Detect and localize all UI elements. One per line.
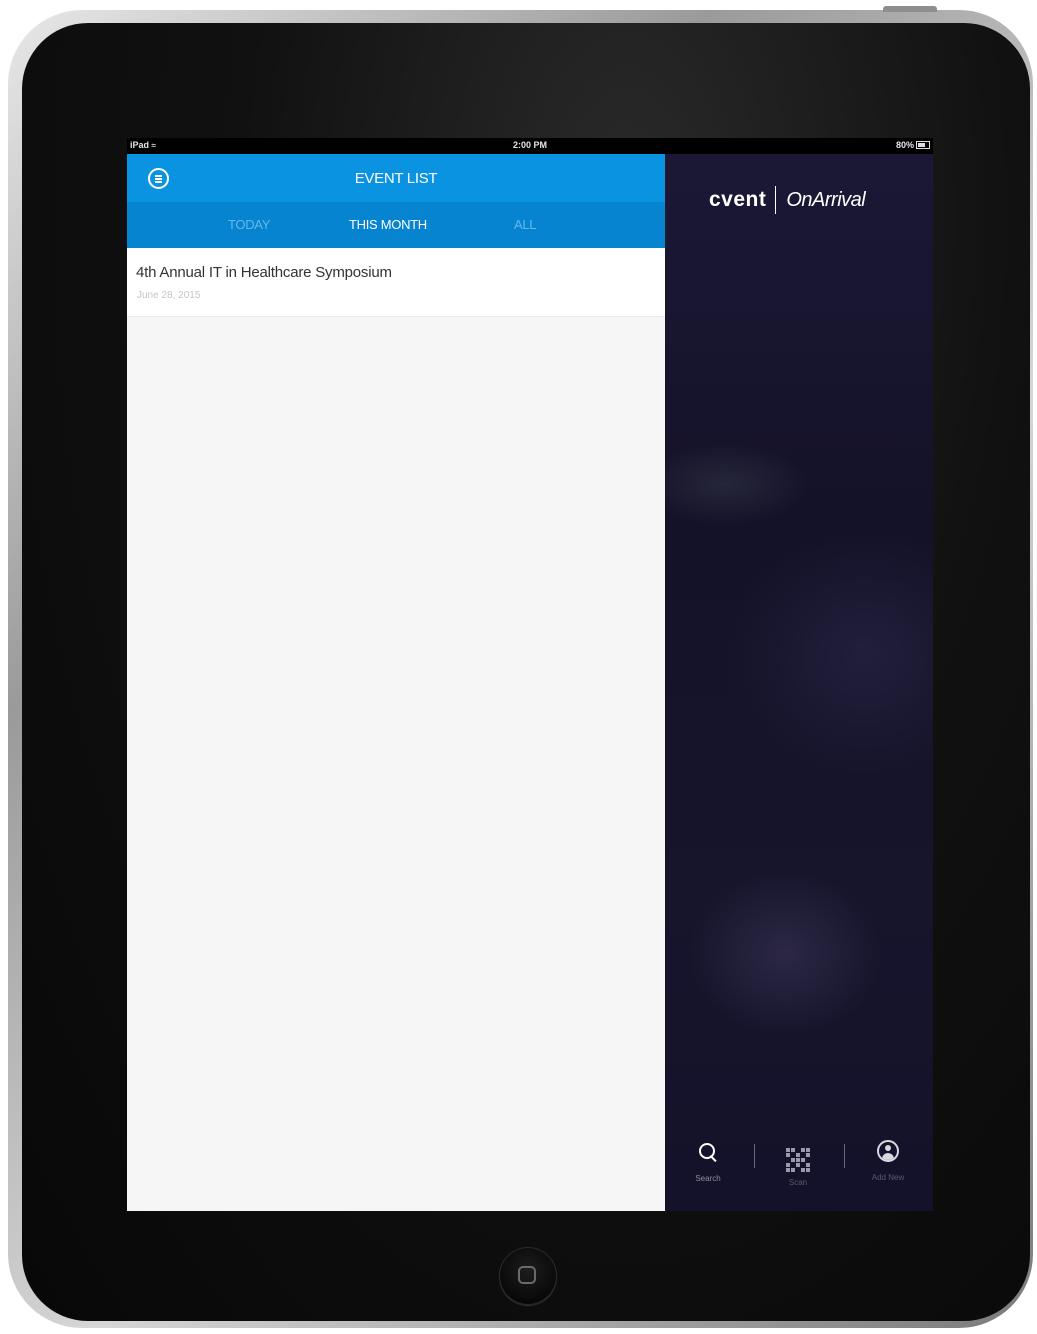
brand-sidebar: cvent OnArrival Search Scan Add New [665, 154, 933, 1211]
page-title: EVENT LIST [354, 170, 438, 187]
qr-code-icon [786, 1148, 810, 1172]
home-button[interactable] [499, 1247, 557, 1305]
logo-divider [775, 186, 777, 214]
date-filter-tabs: TODAY THIS MONTH ALL [127, 202, 665, 248]
cvent-onarrival-logo: cvent OnArrival [709, 186, 866, 214]
tab-today[interactable]: TODAY [228, 217, 270, 232]
status-battery: 80% [896, 140, 930, 150]
event-list-panel: EVENT LIST TODAY THIS MONTH ALL 4th Annu… [127, 154, 665, 1211]
add-new-button[interactable]: Add New [858, 1139, 918, 1182]
battery-percent: 80% [895, 140, 914, 150]
scan-button[interactable]: Scan [768, 1139, 828, 1187]
action-bar: Search Scan Add New [665, 1139, 933, 1199]
app-screen: iPad ≈ 2:00 PM 80% EVENT LIST TODAY THIS… [127, 138, 933, 1211]
battery-icon [916, 141, 930, 149]
search-label: Search [695, 1174, 721, 1183]
search-icon [697, 1141, 719, 1163]
power-button [883, 6, 937, 12]
status-bar: iPad ≈ 2:00 PM 80% [127, 138, 933, 154]
event-list-header: EVENT LIST [127, 154, 665, 202]
tab-this-month[interactable]: THIS MONTH [349, 217, 427, 232]
user-icon [877, 1140, 899, 1162]
tab-all[interactable]: ALL [514, 217, 537, 232]
home-square-icon [518, 1266, 536, 1284]
logo-brand: cvent [709, 188, 767, 211]
add-new-label: Add New [871, 1173, 905, 1182]
search-button[interactable]: Search [678, 1139, 738, 1183]
status-time: 2:00 PM [512, 140, 547, 150]
action-divider [754, 1144, 755, 1168]
list-item[interactable]: 4th Annual IT in Healthcare Symposium Ju… [127, 248, 665, 317]
action-divider [844, 1144, 845, 1168]
event-date: June 28, 2015 [137, 290, 201, 301]
logo-product: OnArrival [786, 188, 866, 211]
scan-label: Scan [788, 1178, 808, 1187]
event-title: 4th Annual IT in Healthcare Symposium [136, 264, 392, 281]
